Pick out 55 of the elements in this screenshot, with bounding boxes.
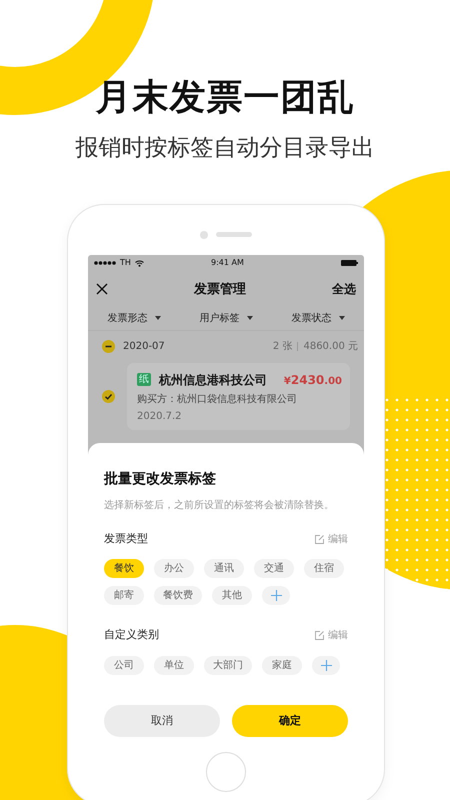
- tag-chip[interactable]: 大部门: [204, 656, 252, 675]
- invoice-card[interactable]: 纸 杭州信息港科技公司 ¥2430.00 购买方：杭州口袋信息科技有限公司 2020.7.2: [127, 362, 350, 430]
- group-total: 4860.00 元: [303, 340, 358, 354]
- status-time: 9:41 AM: [211, 257, 245, 270]
- group-date: 2020-07: [123, 340, 166, 354]
- tag-chip[interactable]: 通讯: [204, 559, 244, 578]
- speaker-slot: [216, 232, 252, 238]
- invoice-amount: ¥2430.00: [284, 372, 342, 389]
- caret-icon: [154, 316, 161, 320]
- edit-button[interactable]: 编辑: [315, 628, 348, 644]
- close-icon[interactable]: [96, 283, 108, 296]
- company-name: 杭州信息港科技公司: [159, 372, 268, 389]
- wifi-icon: [134, 260, 144, 267]
- screen-title: 发票管理: [192, 280, 247, 299]
- tag-chip[interactable]: 家庭: [262, 656, 302, 675]
- caret-icon: [246, 316, 253, 320]
- tag-chip[interactable]: 餐饮费: [154, 586, 202, 606]
- select-all-button[interactable]: 全选: [332, 280, 356, 298]
- buyer-name: 购买方：杭州口袋信息科技有限公司: [137, 392, 298, 407]
- section-title: 发票类型: [104, 530, 148, 547]
- cancel-button[interactable]: 取消: [104, 704, 220, 737]
- tag-chip[interactable]: 餐饮: [104, 559, 144, 578]
- signal-dots-icon: [94, 261, 116, 266]
- tag-chip[interactable]: 单位: [154, 656, 194, 675]
- checkbox[interactable]: [102, 390, 115, 403]
- battery-icon: [340, 260, 358, 266]
- confirm-button[interactable]: 确定: [232, 704, 348, 737]
- subheadline: 报销时按标签自动分目录导出: [74, 135, 376, 163]
- paper-tag: 纸: [137, 373, 151, 386]
- camera-dot: [200, 230, 208, 239]
- tag-chip[interactable]: 邮寄: [104, 586, 144, 606]
- tag-chip[interactable]: 公司: [104, 656, 144, 675]
- plus-icon: [320, 660, 332, 671]
- filter-dropdown[interactable]: 发票状态: [291, 310, 345, 326]
- tag-chip[interactable]: 办公: [154, 559, 194, 578]
- tag-chip[interactable]: 住宿: [304, 559, 344, 578]
- add-tag-button[interactable]: [262, 586, 290, 606]
- sheet-title: 批量更改发票标签: [104, 470, 217, 489]
- invoice-count: 2 张: [272, 340, 292, 354]
- sheet-note: 选择新标签后，之前所设置的标签将会被清除替换。: [104, 498, 335, 513]
- edit-icon: [315, 631, 324, 640]
- edit-button[interactable]: 编辑: [315, 532, 348, 547]
- invoice-date: 2020.7.2: [137, 410, 183, 424]
- caret-icon: [338, 316, 345, 320]
- minus-circle-icon[interactable]: [102, 340, 115, 354]
- carrier-label: TH: [120, 257, 131, 270]
- tag-chip[interactable]: 交通: [254, 559, 294, 578]
- edit-icon: [315, 534, 324, 544]
- filter-dropdown[interactable]: 发票形态: [107, 310, 161, 326]
- filter-dropdown[interactable]: 用户标签: [199, 310, 253, 326]
- headline: 月末发票一团乱: [94, 76, 356, 120]
- add-tag-button[interactable]: [312, 656, 340, 675]
- plus-icon: [270, 590, 282, 602]
- section-title: 自定义类别: [104, 627, 159, 644]
- tag-chip[interactable]: 其他: [212, 586, 252, 606]
